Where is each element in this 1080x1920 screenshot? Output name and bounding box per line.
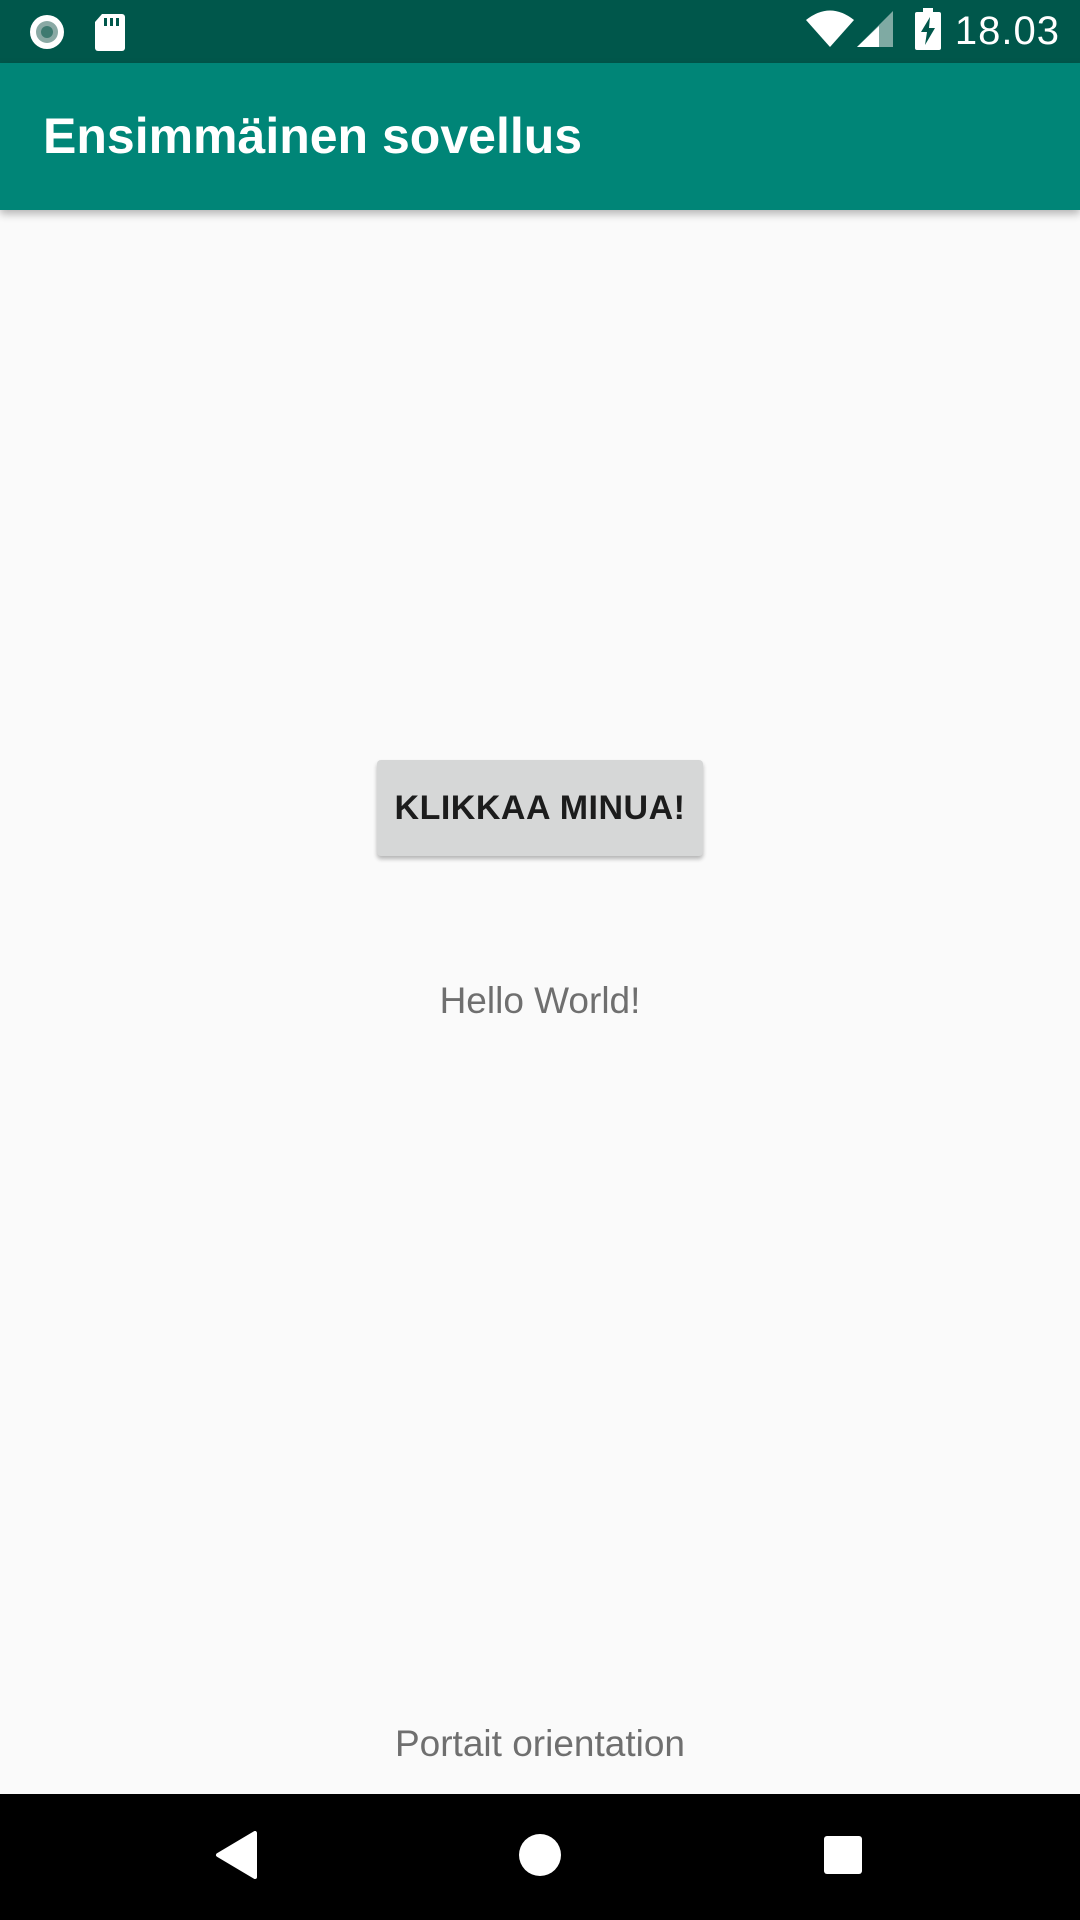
hello-text: Hello World! <box>439 980 641 1021</box>
main-content: KLIKKAA MINUA! Hello World! Portait orie… <box>0 210 1080 1794</box>
app-bar: Ensimmäinen sovellus <box>0 63 1080 210</box>
signal-icon <box>856 9 895 54</box>
home-button[interactable] <box>477 1794 603 1920</box>
home-icon <box>518 1833 562 1882</box>
navigation-bar <box>0 1794 1080 1920</box>
recents-button[interactable] <box>780 1794 906 1920</box>
status-bar: 18.03 <box>0 0 1080 63</box>
sd-card-icon <box>93 12 127 57</box>
radio-button-icon <box>27 12 67 57</box>
app-title: Ensimmäinen sovellus <box>43 108 583 164</box>
battery-charging-icon <box>914 8 941 55</box>
status-icons: 18.03 <box>805 0 1060 63</box>
back-button[interactable] <box>174 1794 300 1920</box>
status-time: 18.03 <box>954 9 1060 53</box>
wifi-icon <box>805 9 855 54</box>
recents-icon <box>823 1835 863 1880</box>
back-icon <box>215 1830 259 1884</box>
orientation-text: Portait orientation <box>394 1723 685 1764</box>
click-me-button[interactable]: KLIKKAA MINUA! <box>377 760 703 856</box>
